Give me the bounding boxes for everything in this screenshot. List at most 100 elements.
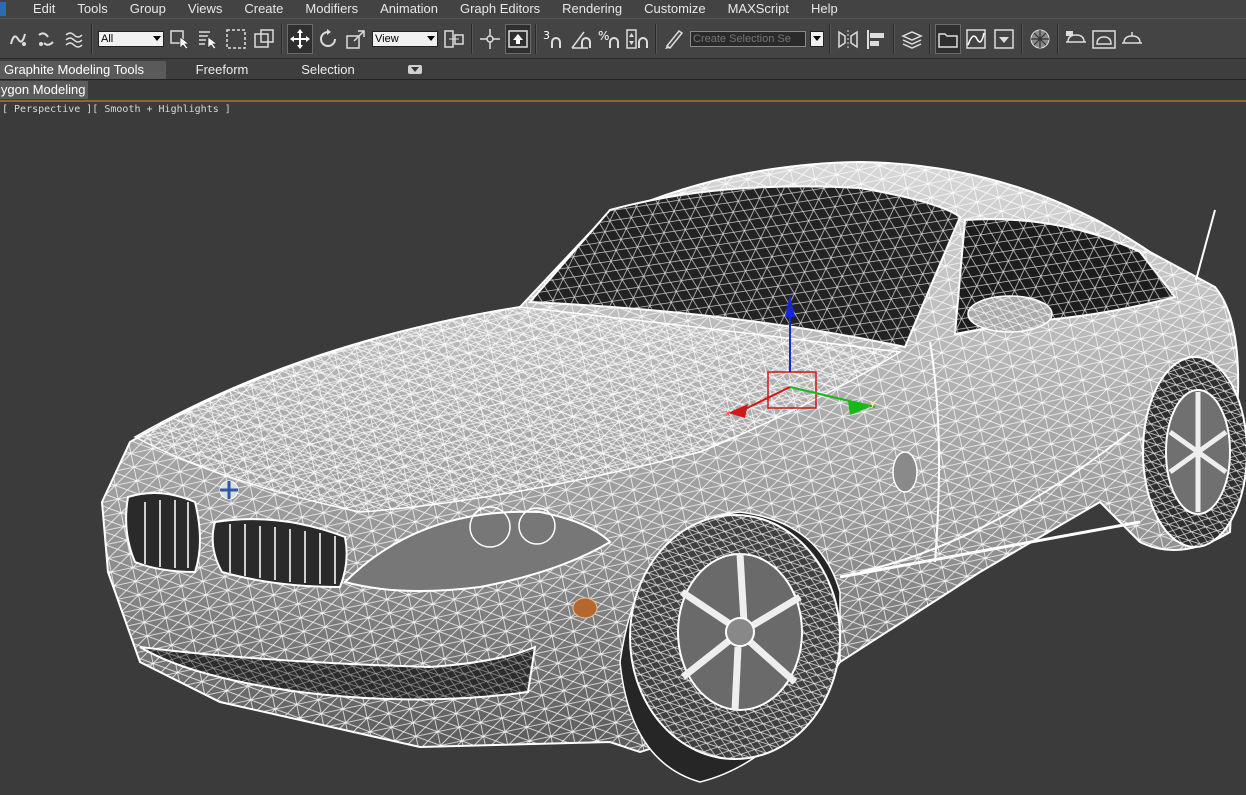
side-marker-light	[572, 597, 598, 619]
menu-tools[interactable]: Tools	[66, 0, 118, 18]
toolbar-separator	[829, 23, 831, 54]
side-mirror-mesh	[968, 296, 1052, 332]
percent-snap-icon: %	[598, 29, 619, 48]
layer-manager-button[interactable]	[899, 24, 925, 54]
percent-snap-label: %	[598, 29, 609, 43]
keyboard-shortcut-icon	[508, 29, 528, 48]
angle-snap-icon	[571, 31, 591, 49]
align-button[interactable]	[863, 24, 889, 54]
gizmo-x-label: x	[725, 409, 731, 419]
menu-help[interactable]: Help	[800, 0, 849, 18]
menu-rendering[interactable]: Rendering	[551, 0, 633, 18]
tab-freeform[interactable]: Freeform	[166, 61, 274, 79]
toolbar-separator	[1057, 23, 1059, 54]
select-by-name-button[interactable]	[195, 24, 221, 54]
unlink-icon	[38, 31, 54, 46]
render-production-icon	[1122, 31, 1142, 44]
front-wheel	[629, 514, 841, 760]
main-toolbar: All View 3 %	[0, 18, 1246, 59]
menu-edit[interactable]: Edit	[22, 0, 66, 18]
rear-wheel	[1142, 356, 1246, 548]
bind-spacewarp-button[interactable]	[61, 24, 87, 54]
rendered-frame-button[interactable]	[1091, 24, 1117, 54]
scene-explorer-icon	[938, 32, 958, 48]
chevron-down-icon	[427, 35, 435, 41]
window-crossing-icon	[254, 28, 274, 48]
schematic-view-button[interactable]	[991, 24, 1017, 54]
snap-toggle-label: 3	[543, 29, 550, 42]
pivot-center-button[interactable]	[441, 24, 467, 54]
scene-explorer-button[interactable]	[935, 23, 961, 54]
spinner-snap-icon	[626, 28, 648, 49]
angle-snap-button[interactable]	[569, 24, 595, 54]
toolbar-separator	[929, 23, 931, 54]
select-move-button[interactable]	[287, 23, 313, 54]
fender-badge	[892, 451, 918, 493]
menu-group[interactable]: Group	[119, 0, 177, 18]
reference-coord-select[interactable]: View	[372, 30, 438, 47]
rect-selection-button[interactable]	[223, 24, 249, 54]
edit-named-selection-button[interactable]	[661, 24, 687, 54]
snap-toggle-icon: 3	[543, 29, 561, 48]
menu-maxscript[interactable]: MAXScript	[717, 0, 800, 18]
menu-modifiers[interactable]: Modifiers	[294, 0, 369, 18]
perspective-viewport[interactable]: x y [ Perspective ][ Smooth + Highlights…	[0, 102, 1246, 795]
rect-selection-icon	[226, 28, 246, 49]
ribbon-options-dropdown[interactable]	[408, 65, 422, 74]
mirror-icon	[838, 29, 858, 49]
spinner-snap-button[interactable]	[625, 24, 651, 54]
pivot-icon	[444, 29, 464, 48]
render-production-button[interactable]	[1119, 24, 1145, 54]
manipulate-button[interactable]	[477, 24, 503, 54]
align-icon	[867, 29, 884, 49]
named-selection-input[interactable]	[690, 30, 806, 47]
tab-graphite-modeling-tools[interactable]: Graphite Modeling Tools	[0, 61, 166, 79]
toolbar-separator	[471, 23, 473, 54]
menu-customize[interactable]: Customize	[633, 0, 716, 18]
menu-animation[interactable]: Animation	[369, 0, 449, 18]
chevron-down-icon	[813, 35, 821, 41]
toolbar-separator	[281, 23, 283, 54]
app-icon[interactable]	[0, 2, 6, 16]
menu-views[interactable]: Views	[177, 0, 233, 18]
render-setup-button[interactable]	[1063, 24, 1089, 54]
mirror-button[interactable]	[835, 24, 861, 54]
snap-toggle-button[interactable]: 3	[541, 24, 567, 54]
curve-editor-button[interactable]	[963, 24, 989, 54]
layer-manager-icon	[901, 30, 923, 49]
menu-graph-editors[interactable]: Graph Editors	[449, 0, 551, 18]
gizmo-y-label: y	[870, 399, 876, 409]
car-wireframe-model[interactable]: x y	[0, 102, 1246, 795]
unlink-button[interactable]	[33, 24, 59, 54]
curve-editor-icon	[966, 28, 986, 49]
toolbar-separator	[535, 23, 537, 54]
panel-polygon-modeling[interactable]: lygon Modeling	[0, 81, 89, 99]
select-object-button[interactable]	[167, 24, 193, 54]
toolbar-separator	[655, 23, 657, 54]
window-crossing-button[interactable]	[251, 24, 277, 54]
material-editor-icon	[1030, 29, 1050, 48]
toolbar-separator	[91, 23, 93, 54]
manipulate-icon	[480, 28, 500, 49]
link-icon	[10, 33, 26, 46]
link-button[interactable]	[5, 24, 31, 54]
render-setup-icon	[1066, 30, 1086, 43]
tab-selection[interactable]: Selection	[274, 61, 378, 79]
toolbar-separator	[1021, 23, 1023, 54]
chevron-down-icon	[153, 35, 161, 41]
antenna	[1195, 209, 1216, 281]
ribbon-panel-bar: lygon Modeling	[0, 80, 1246, 102]
toolbar-separator	[893, 23, 895, 54]
select-scale-button[interactable]	[343, 24, 369, 54]
menu-create[interactable]: Create	[233, 0, 294, 18]
viewport-label[interactable]: [ Perspective ][ Smooth + Highlights ]	[2, 104, 231, 115]
menu-bar: Edit Tools Group Views Create Modifiers …	[0, 0, 1246, 18]
keyboard-shortcut-button[interactable]	[505, 23, 531, 54]
edit-named-selection-icon	[665, 29, 684, 49]
percent-snap-button[interactable]: %	[597, 24, 623, 54]
named-selection-dropdown[interactable]	[810, 30, 824, 47]
select-rotate-button[interactable]	[315, 24, 341, 54]
selection-filter-select[interactable]: All	[98, 30, 164, 47]
material-editor-button[interactable]	[1027, 24, 1053, 54]
ribbon-tabs: Graphite Modeling Tools Freeform Selecti…	[0, 59, 1246, 80]
